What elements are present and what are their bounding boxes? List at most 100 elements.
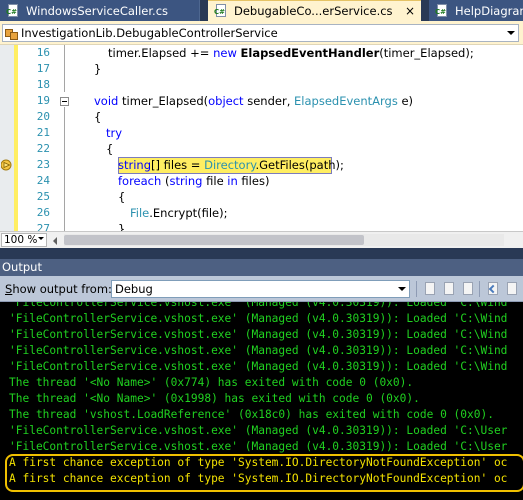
line-number: 24 <box>36 174 50 187</box>
line-number: 20 <box>36 110 50 123</box>
csharp-file-icon: C# <box>6 3 20 18</box>
output-line: 'FileControllerService.vshost.exe' (Mana… <box>9 302 508 309</box>
code-token: { <box>106 142 114 156</box>
line-number: 17 <box>36 62 50 75</box>
scroll-left-icon[interactable] <box>50 234 62 246</box>
output-line: The thread '<No Name>' (0x1998) has exit… <box>9 392 420 405</box>
code-token: Directory <box>204 158 256 172</box>
line-number: 19 <box>36 94 50 107</box>
code-line: } <box>118 221 125 231</box>
breakpoint-gutter[interactable] <box>0 45 14 231</box>
code-line: { <box>118 189 125 205</box>
collapse-icon[interactable] <box>60 97 69 106</box>
line-number: 21 <box>36 126 50 139</box>
code-token: in <box>227 174 238 188</box>
code-token: void <box>94 94 119 108</box>
find-source-icon[interactable] <box>441 281 457 297</box>
type-selector-dropdown[interactable]: InvestigationLib.DebugableControllerServ… <box>2 24 519 42</box>
code-line: } <box>94 61 101 77</box>
type-selector-value: InvestigationLib.DebugableControllerServ… <box>21 26 278 40</box>
code-token: foreach <box>118 174 162 188</box>
line-number: 23 <box>36 158 50 171</box>
output-toolbar: Show output from: Debug <box>0 276 523 302</box>
code-token: } <box>94 62 102 76</box>
tab-debugable-controller-service[interactable]: C# DebugableCo...erService.cs × <box>208 0 421 21</box>
clear-all-icon[interactable] <box>460 281 476 297</box>
code-line: foreach (string file in files) <box>118 173 269 189</box>
code-token: } <box>118 222 126 231</box>
code-token: object <box>208 94 244 108</box>
execution-pointer-icon <box>1 159 12 171</box>
code-token: .Encrypt(file); <box>149 206 228 220</box>
output-line: A first chance exception of type 'System… <box>9 472 508 485</box>
output-line: 'FileControllerService.vshost.exe' (Mana… <box>9 312 508 325</box>
code-line: File.Encrypt(file); <box>130 205 228 221</box>
navigation-bar: InvestigationLib.DebugableControllerServ… <box>0 21 523 45</box>
output-text-area[interactable]: 'FileControllerService.vshost.exe' (Mana… <box>0 302 523 500</box>
code-token: new <box>213 46 237 60</box>
code-line: { <box>106 141 113 157</box>
word-wrap-icon[interactable] <box>485 281 501 297</box>
chevron-down-icon[interactable] <box>398 287 406 291</box>
output-window-title: Output <box>0 259 523 276</box>
code-token: File <box>130 206 150 220</box>
editor-status-bar: 100 % <box>0 231 523 248</box>
tab-label: WindowsServiceCaller.cs <box>26 3 169 18</box>
output-line: 'FileControllerService.vshost.exe' (Mana… <box>9 360 508 373</box>
code-line: string[] files = Directory.GetFiles(path… <box>118 157 344 173</box>
line-numbers: 16 17 18 19 20 21 22 23 24 25 26 27 <box>18 45 52 231</box>
chevron-down-icon[interactable] <box>38 237 44 240</box>
code-token: e) <box>397 94 414 108</box>
line-number: 27 <box>36 222 50 231</box>
toolbar-separator <box>479 281 480 297</box>
line-number: 26 <box>36 206 50 219</box>
find-message-icon[interactable] <box>422 281 438 297</box>
show-output-from-label: Show output from: <box>5 282 112 296</box>
code-token: ElapsedEventHandler <box>240 46 380 60</box>
line-number: 25 <box>36 190 50 203</box>
csharp-file-icon: C# <box>435 3 449 18</box>
tab-label: HelpDiagram <box>455 3 523 18</box>
code-line: void timer_Elapsed(object sender, Elapse… <box>94 93 413 109</box>
tab-help-diagram[interactable]: C# HelpDiagram <box>429 0 523 21</box>
output-source-value: Debug <box>115 282 153 296</box>
zoom-dropdown[interactable]: 100 % <box>1 233 47 247</box>
code-line: try <box>106 125 122 141</box>
output-line: A first chance exception of type 'System… <box>9 456 508 469</box>
code-line: { <box>94 109 101 125</box>
code-line: timer.Elapsed += new ElapsedEventHandler… <box>108 45 474 61</box>
code-token: file <box>202 174 228 188</box>
output-line: 'FileControllerService.vshost.exe' (Mana… <box>9 424 508 437</box>
code-token: { <box>118 190 126 204</box>
code-token: ElapsedEventArgs <box>294 94 398 108</box>
code-token: try <box>106 126 123 140</box>
output-line: 'FileControllerService.vshost.exe' (Mana… <box>9 344 508 357</box>
class-icon <box>5 27 18 40</box>
document-tab-strip: C# WindowsServiceCaller.cs C# DebugableC… <box>0 0 523 21</box>
code-token: files) <box>237 174 270 188</box>
toggle-wrap-icon[interactable] <box>504 281 520 297</box>
csharp-file-icon: C# <box>214 4 228 18</box>
code-token: timer_Elapsed( <box>118 94 209 108</box>
tab-label: DebugableCo...erService.cs <box>234 4 393 18</box>
line-number: 18 <box>36 78 50 91</box>
show-output-from-text: how output from: <box>12 282 112 296</box>
code-token: { <box>94 110 102 124</box>
output-line: 'FileControllerService.vshost.exe' (Mana… <box>9 328 508 341</box>
zoom-value: 100 % <box>4 234 38 246</box>
code-token: string <box>118 158 152 172</box>
chevron-down-icon[interactable] <box>506 29 516 37</box>
outlining-margin <box>60 45 70 231</box>
scrollbar-thumb[interactable] <box>64 235 364 245</box>
window-splitter[interactable] <box>0 248 523 259</box>
output-line: The thread '<No Name>' (0x774) has exite… <box>9 376 414 389</box>
code-token: sender, <box>243 94 295 108</box>
code-token: .GetFiles(path); <box>255 158 344 172</box>
tab-windows-service-caller[interactable]: C# WindowsServiceCaller.cs <box>0 0 200 21</box>
close-icon[interactable]: × <box>403 4 417 18</box>
code-editor[interactable]: 16 17 18 19 20 21 22 23 24 25 26 27 timer.Elapsed +… <box>0 45 523 231</box>
code-token: string <box>169 174 203 188</box>
code-token: [] files = <box>151 158 205 172</box>
output-source-dropdown[interactable]: Debug <box>111 280 410 298</box>
code-lines: timer.Elapsed += new ElapsedEventHandler… <box>72 45 523 231</box>
